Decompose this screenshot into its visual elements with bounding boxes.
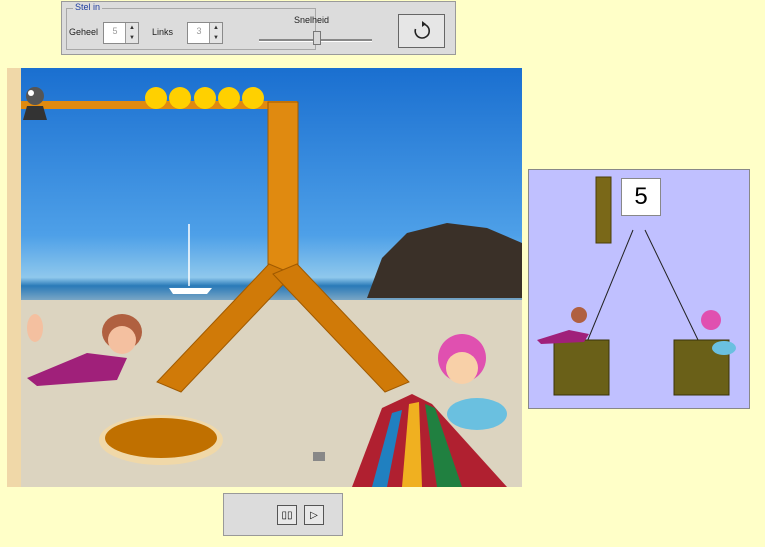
total-stepper-arrows[interactable]: ▲ ▼ (125, 23, 138, 43)
total-down-icon[interactable]: ▼ (126, 33, 138, 43)
left-wall (7, 68, 21, 487)
rock (313, 452, 325, 461)
left-stepper-arrows[interactable]: ▲ ▼ (209, 23, 222, 43)
girl-lying-small-icon (537, 307, 589, 344)
diagram-tube (595, 176, 612, 244)
left-up-icon[interactable]: ▲ (210, 23, 222, 33)
ball (169, 87, 191, 109)
left-value[interactable]: 3 (190, 26, 208, 36)
ball (145, 87, 167, 109)
left-label: Links (152, 27, 174, 37)
diagram-line-right (644, 229, 700, 343)
diagram-count: 5 (621, 178, 661, 216)
total-value[interactable]: 5 (106, 26, 124, 36)
ball (242, 87, 264, 109)
ball (194, 87, 216, 109)
settings-panel: Stel in Geheel 5 ▲ ▼ Links 3 ▲ ▼ Snelhei… (61, 1, 456, 55)
diagram-line-left (586, 229, 634, 343)
sailboat-icon (169, 224, 212, 294)
left-stepper[interactable]: 3 ▲ ▼ (187, 22, 223, 44)
beach-scene (7, 68, 522, 487)
speed-slider-thumb[interactable] (313, 31, 321, 45)
left-down-icon[interactable]: ▼ (210, 33, 222, 43)
refresh-icon (413, 21, 430, 39)
reset-button[interactable] (398, 14, 445, 48)
settings-group-label: Stel in (73, 2, 103, 12)
ball (218, 87, 240, 109)
split-diagram: 5 (528, 169, 750, 409)
speed-label: Snelheid (294, 15, 330, 25)
total-label: Geheel (69, 27, 99, 37)
headland (367, 223, 522, 298)
total-stepper[interactable]: 5 ▲ ▼ (103, 22, 139, 44)
vertical-tube (267, 101, 299, 273)
pause-button[interactable]: ▯▯ (277, 505, 297, 525)
total-up-icon[interactable]: ▲ (126, 23, 138, 33)
balls (145, 87, 264, 109)
bowl (105, 418, 217, 458)
play-button[interactable]: ▷ (304, 505, 324, 525)
diagram-box-left (553, 339, 610, 396)
animation-scene (7, 68, 522, 487)
play-icon: ▷ (310, 509, 318, 521)
playback-controls: ▯▯ ▷ (223, 493, 343, 536)
pause-icon: ▯▯ (281, 509, 293, 521)
